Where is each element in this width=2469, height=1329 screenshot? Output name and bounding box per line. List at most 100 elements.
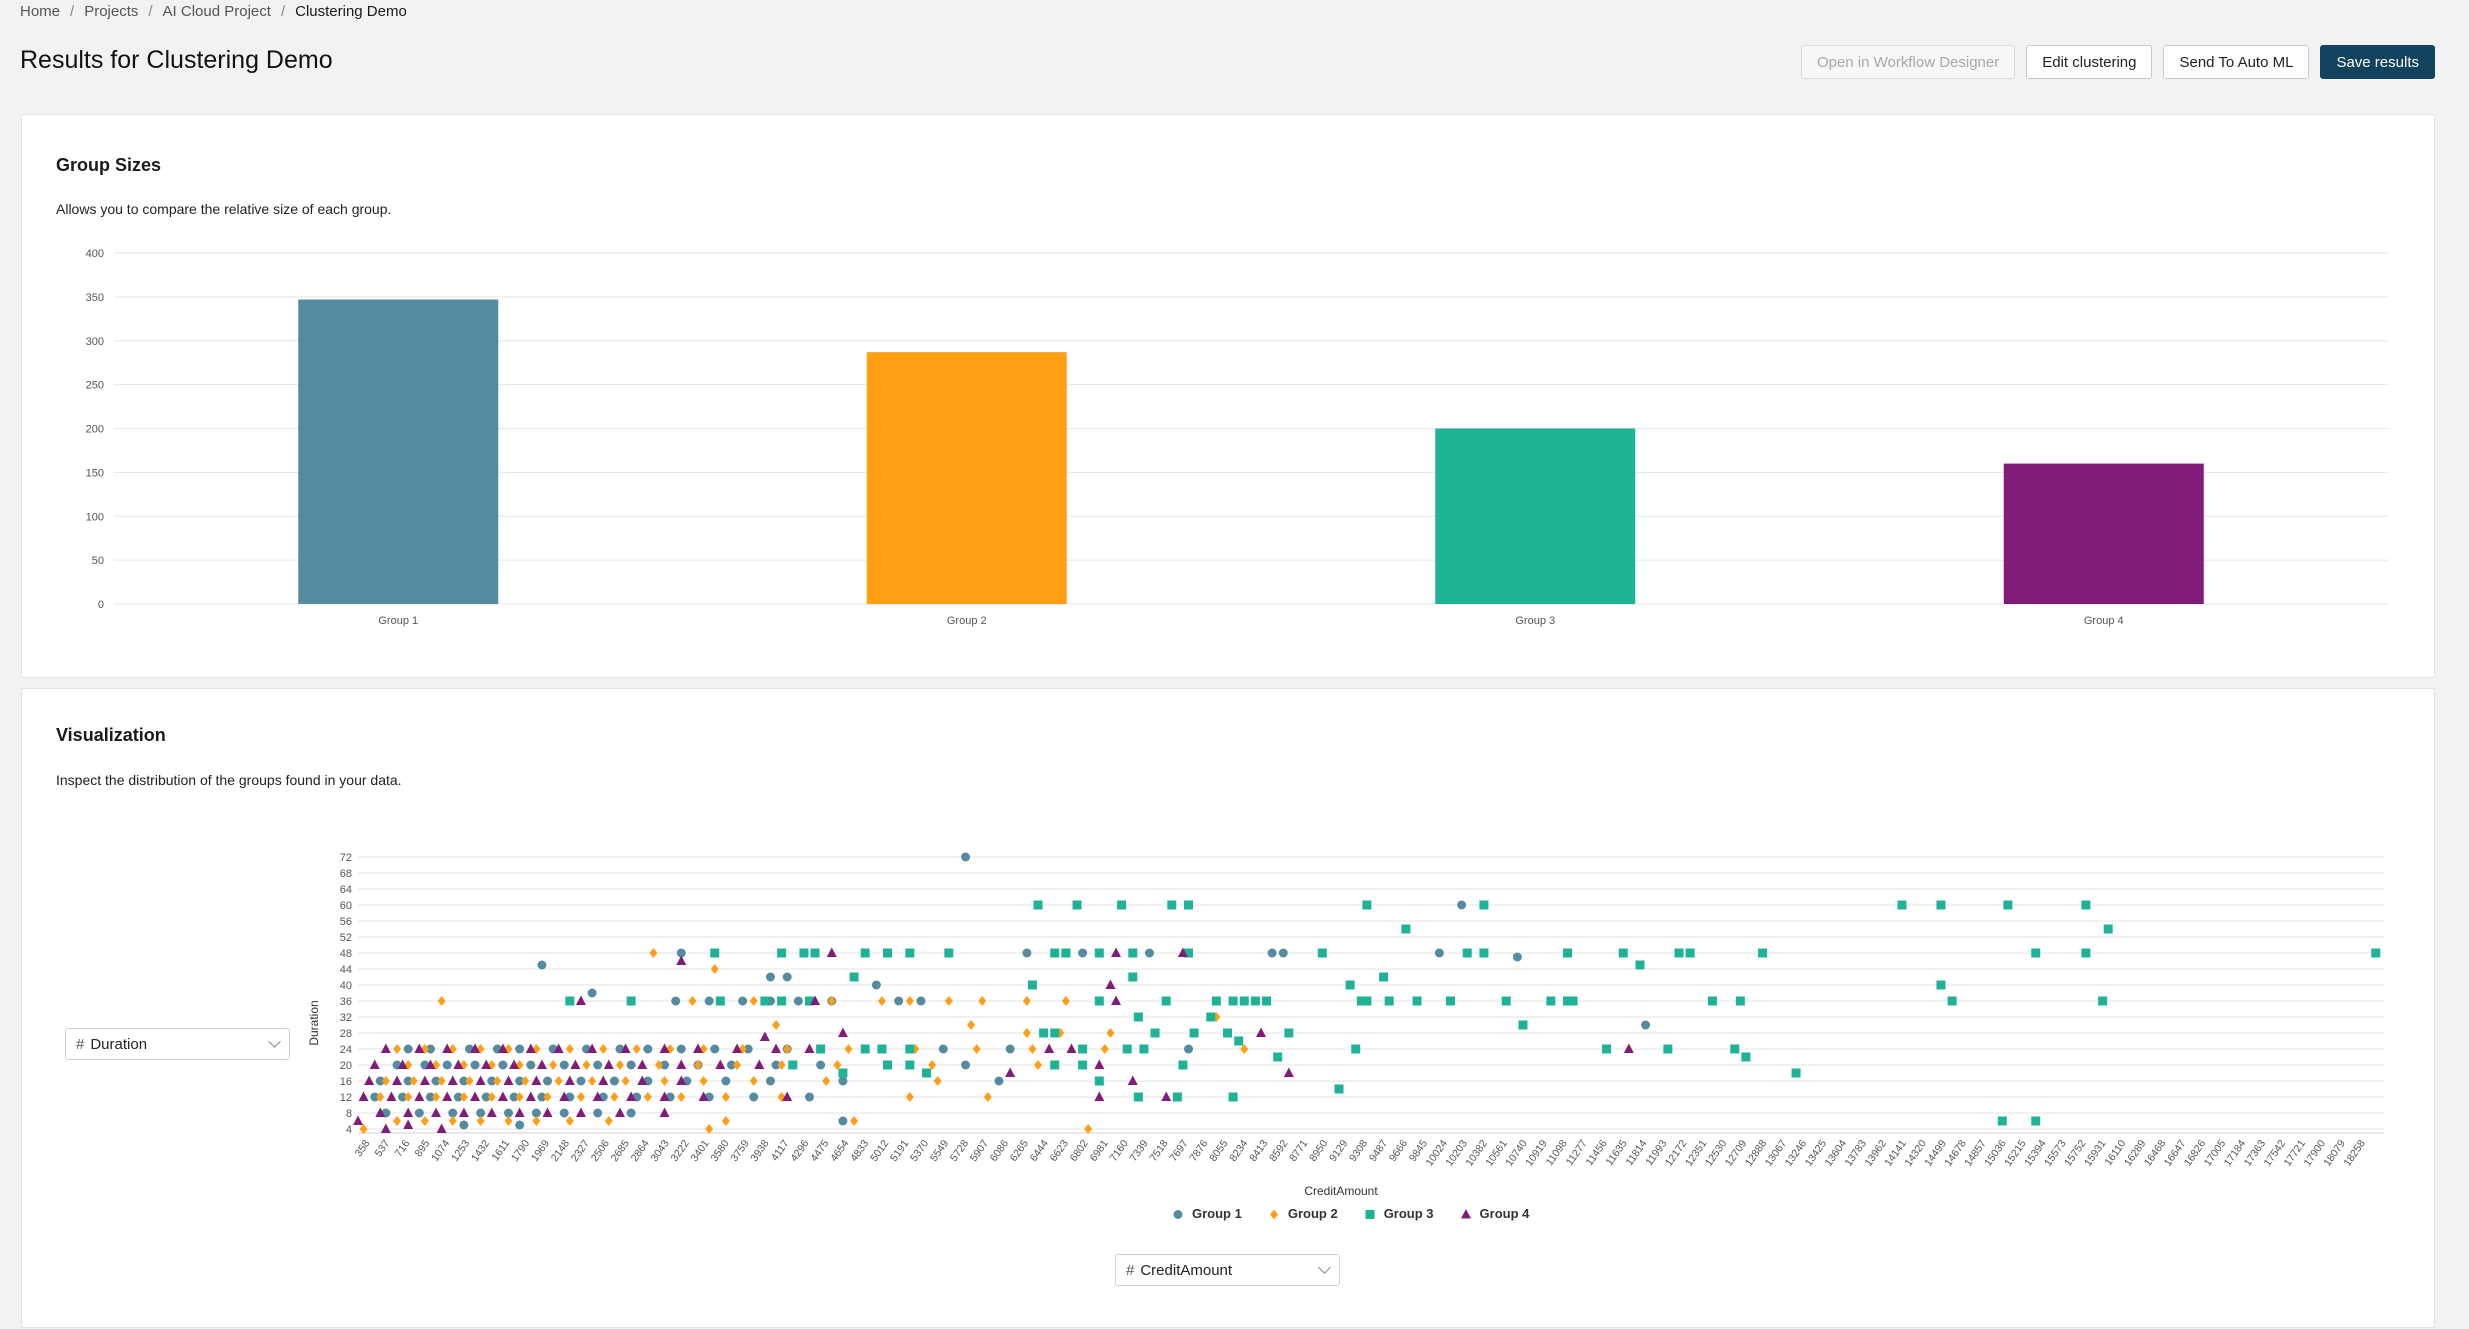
scatter-point[interactable] [1106,1028,1115,1038]
scatter-point[interactable] [1278,948,1288,958]
scatter-point[interactable] [626,996,636,1006]
scatter-point[interactable] [1206,1012,1216,1022]
scatter-point[interactable] [877,1044,887,1054]
scatter-point[interactable] [978,996,987,1006]
scatter-point[interactable] [1144,948,1154,958]
scatter-point[interactable] [419,1075,430,1086]
breadcrumb-home[interactable]: Home [20,3,60,20]
scatter-point[interactable] [1462,948,1472,958]
scatter-point[interactable] [822,1076,831,1086]
scatter-point[interactable] [575,995,586,1006]
scatter-point[interactable] [2103,924,2113,934]
edit-clustering-button[interactable]: Edit clustering [2026,45,2153,79]
scatter-point[interactable] [358,1091,369,1102]
scatter-point[interactable] [721,1116,730,1126]
scatter-point[interactable] [1050,1028,1060,1038]
scatter-point[interactable] [933,1076,942,1086]
scatter-point[interactable] [1005,1067,1016,1078]
scatter-point[interactable] [1061,996,1070,1006]
scatter-point[interactable] [849,972,859,982]
scatter-point[interactable] [1105,979,1116,990]
scatter-point[interactable] [844,1044,853,1054]
scatter-point[interactable] [475,1075,486,1086]
scatter-point[interactable] [710,964,719,974]
scatter-point[interactable] [1239,996,1249,1006]
scatter-point[interactable] [1457,900,1467,910]
scatter-point[interactable] [369,1059,380,1070]
scatter-point[interactable] [804,1092,814,1102]
scatter-point[interactable] [1022,996,1031,1006]
scatter-point[interactable] [777,996,787,1006]
scatter-point[interactable] [1039,1028,1049,1038]
scatter-point[interactable] [715,996,725,1006]
scatter-point[interactable] [497,1091,508,1102]
scatter-point[interactable] [671,996,681,1006]
scatter-point[interactable] [565,996,575,1006]
scatter-point[interactable] [1094,1076,1104,1086]
scatter-point[interactable] [1034,1060,1043,1070]
scatter-point[interactable] [1635,960,1645,970]
scatter-point[interactable] [1094,996,1104,1006]
scatter-point[interactable] [1546,996,1556,1006]
scatter-point[interactable] [1663,1044,1673,1054]
scatter-point[interactable] [525,1091,536,1102]
scatter-point[interactable] [420,1116,429,1126]
scatter-point[interactable] [883,948,893,958]
scatter-point[interactable] [559,1108,569,1118]
scatter-point[interactable] [916,996,926,1006]
circle-marker[interactable] [1173,1209,1183,1219]
scatter-point[interactable] [1111,947,1122,958]
scatter-point[interactable] [353,1115,363,1126]
scatter-point[interactable] [688,996,697,1006]
scatter-point[interactable] [504,1116,513,1126]
scatter-point[interactable] [765,1076,775,1086]
scatter-point[interactable] [1758,948,1768,958]
diamond-marker[interactable] [1269,1209,1278,1219]
scatter-point[interactable] [414,1091,425,1102]
scatter-point[interactable] [788,1060,798,1070]
scatter-point[interactable] [403,1044,413,1054]
scatter-point[interactable] [1028,1044,1037,1054]
scatter-point[interactable] [437,996,446,1006]
scatter-point[interactable] [2031,948,2041,958]
scatter-point[interactable] [459,1120,469,1130]
scatter-point[interactable] [1223,1028,1233,1038]
scatter-point[interactable] [559,1060,569,1070]
scatter-point[interactable] [380,1123,391,1134]
scatter-point[interactable] [1050,1060,1060,1070]
scatter-point[interactable] [1936,980,1946,990]
scatter-point[interactable] [1262,996,1272,1006]
scatter-point[interactable] [514,1107,525,1118]
scatter-point[interactable] [799,948,809,958]
scatter-point[interactable] [598,1075,609,1086]
scatter-point[interactable] [1189,1028,1199,1038]
scatter-point[interactable] [1518,1020,1528,1030]
scatter-point[interactable] [1133,1092,1143,1102]
scatter-point[interactable] [659,1107,670,1118]
scatter-point[interactable] [531,1075,542,1086]
scatter-point[interactable] [403,1119,414,1130]
scatter-point[interactable] [486,1107,497,1118]
scatter-point[interactable] [1479,900,1489,910]
scatter-point[interactable] [704,996,714,1006]
scatter-point[interactable] [1005,1044,1015,1054]
scatter-point[interactable] [660,1076,669,1086]
scatter-point[interactable] [386,1091,397,1102]
scatter-point[interactable] [699,1076,708,1086]
scatter-point[interactable] [1267,948,1277,958]
scatter-point[interactable] [576,1076,586,1086]
scatter-point[interactable] [549,1060,558,1070]
scatter-point[interactable] [838,1116,848,1126]
scatter-point[interactable] [1061,948,1071,958]
scatter-point[interactable] [749,1092,759,1102]
scatter-point[interactable] [1384,996,1394,1006]
scatter-point[interactable] [1161,996,1171,1006]
scatter-point[interactable] [883,1060,893,1070]
scatter-point[interactable] [564,1075,575,1086]
scatter-point[interactable] [1094,948,1104,958]
scatter-point[interactable] [961,852,971,862]
bar-group-1[interactable] [298,299,499,604]
scatter-point[interactable] [1284,1028,1294,1038]
scatter-point[interactable] [364,1075,375,1086]
scatter-point[interactable] [442,1091,453,1102]
